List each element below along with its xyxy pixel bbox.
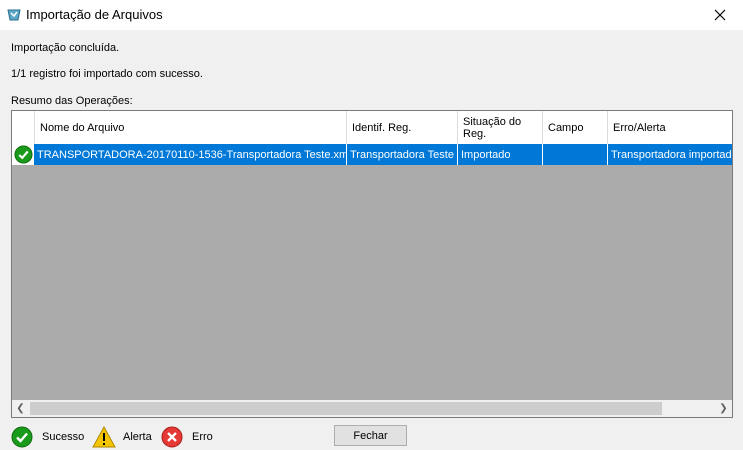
cell-file[interactable]: TRANSPORTADORA-20170110-1536-Transportad… xyxy=(34,144,347,165)
success-check-icon xyxy=(11,426,33,448)
row-status xyxy=(12,144,34,165)
column-header-field[interactable]: Campo xyxy=(543,111,608,144)
cell-field[interactable] xyxy=(543,144,608,165)
legend-alert: Alerta xyxy=(92,426,152,448)
grid-header: Nome do Arquivo Identif. Reg. Situação d… xyxy=(12,111,732,144)
cell-id[interactable]: Transportadora Teste xyxy=(347,144,458,165)
error-x-icon xyxy=(161,426,183,448)
scroll-left-button[interactable]: ❮ xyxy=(12,400,29,417)
cell-situation[interactable]: Importado xyxy=(458,144,543,165)
legend-alert-label: Alerta xyxy=(123,431,152,443)
column-header-situation[interactable]: Situação do Reg. xyxy=(458,111,543,144)
title-bar: Importação de Arquivos xyxy=(0,0,743,30)
success-check-icon xyxy=(13,145,33,164)
chevron-left-icon: ❮ xyxy=(16,403,25,414)
chevron-right-icon: ❯ xyxy=(719,403,728,414)
summary-message: 1/1 registro foi importado com sucesso. xyxy=(11,68,203,80)
row-header-corner xyxy=(12,111,35,144)
app-icon xyxy=(7,9,21,21)
legend-success-label: Sucesso xyxy=(42,431,85,443)
table-row[interactable]: TRANSPORTADORA-20170110-1536-Transportad… xyxy=(12,144,732,165)
scroll-right-button[interactable]: ❯ xyxy=(715,400,732,417)
cell-message[interactable]: Transportadora importado xyxy=(608,144,732,165)
close-icon xyxy=(714,9,726,21)
close-window-button[interactable] xyxy=(697,0,743,30)
column-header-file[interactable]: Nome do Arquivo xyxy=(35,111,347,144)
legend-error: Erro xyxy=(161,426,213,448)
legend-success: Sucesso xyxy=(11,426,84,448)
horizontal-scrollbar[interactable]: ❮ ❯ xyxy=(12,400,732,417)
legend-error-label: Erro xyxy=(192,431,213,443)
scrollbar-thumb[interactable] xyxy=(30,402,662,415)
warning-icon xyxy=(92,426,116,448)
column-header-id[interactable]: Identif. Reg. xyxy=(347,111,458,144)
status-message: Importação concluída. xyxy=(11,42,120,54)
grid-label: Resumo das Operações: xyxy=(11,95,133,107)
close-button[interactable]: Fechar xyxy=(334,425,407,446)
column-header-message[interactable]: Erro/Alerta xyxy=(608,111,732,144)
window-title: Importação de Arquivos xyxy=(26,7,163,22)
operations-grid[interactable]: Nome do Arquivo Identif. Reg. Situação d… xyxy=(11,110,733,418)
